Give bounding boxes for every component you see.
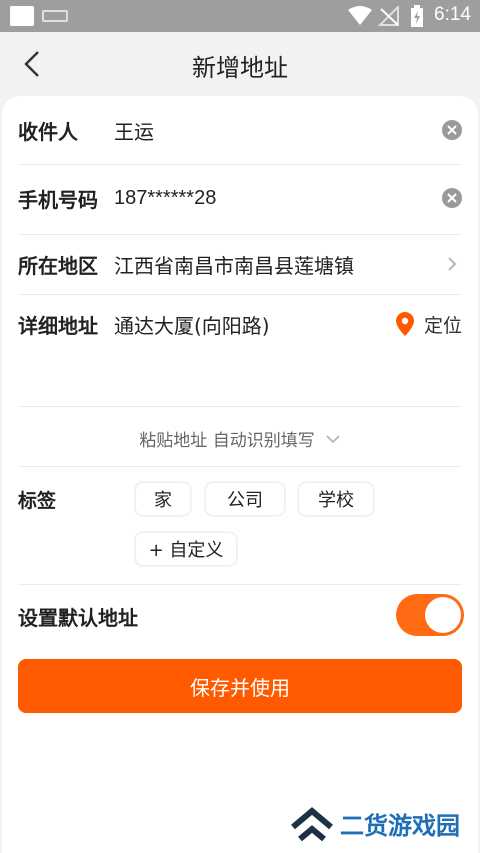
notification-icon xyxy=(10,6,34,26)
title-bar: 新增地址 xyxy=(0,32,480,96)
signal-icon xyxy=(378,6,399,26)
paste-address-button[interactable]: 粘贴地址 自动识别填写 xyxy=(2,426,478,451)
tag-custom-button[interactable]: + 自定义 xyxy=(135,532,237,566)
location-pin-icon xyxy=(395,312,414,336)
phone-row: 手机号码 187******28 xyxy=(18,178,462,218)
recipient-input[interactable]: 王运 xyxy=(114,116,442,145)
address-row: 详细地址 通达大厦(向阳路) 定位 xyxy=(18,304,462,344)
toggle-knob xyxy=(425,597,461,633)
divider xyxy=(18,584,462,585)
locate-label: 定位 xyxy=(423,314,462,337)
address-input[interactable]: 通达大厦(向阳路) xyxy=(114,310,396,339)
close-icon xyxy=(447,125,457,135)
clock: 6:14 xyxy=(434,4,471,25)
divider xyxy=(18,466,462,467)
region-row[interactable]: 所在地区 江西省南昌市南昌县莲塘镇 xyxy=(18,244,462,284)
region-value: 江西省南昌市南昌县莲塘镇 xyxy=(114,253,354,278)
clear-phone-button[interactable] xyxy=(442,188,462,208)
tags-label: 标签 xyxy=(18,490,57,512)
tag-home[interactable]: 家 xyxy=(135,482,191,516)
default-address-toggle[interactable] xyxy=(396,594,464,636)
divider xyxy=(18,406,462,407)
recipient-row: 收件人 王运 xyxy=(18,110,462,150)
address-form-card: 收件人 王运 手机号码 187******28 所在地区 江西省南昌市南昌县莲塘… xyxy=(2,96,478,853)
close-icon xyxy=(447,193,457,203)
divider xyxy=(18,234,462,235)
divider xyxy=(18,164,462,165)
phone-input[interactable]: 187******28 xyxy=(114,187,442,210)
watermark-text: 二货游戏园 xyxy=(340,812,460,840)
page-title: 新增地址 xyxy=(192,54,288,82)
tag-company[interactable]: 公司 xyxy=(205,482,285,516)
save-and-use-button[interactable]: 保存并使用 xyxy=(18,659,462,713)
status-bar: 6:14 xyxy=(0,0,480,32)
phone-label: 手机号码 xyxy=(18,187,98,212)
default-address-label: 设置默认地址 xyxy=(18,606,138,630)
chevron-right-icon xyxy=(442,254,462,274)
recipient-label: 收件人 xyxy=(18,119,78,144)
watermark-logo-icon xyxy=(291,806,333,841)
region-label: 所在地区 xyxy=(18,253,98,278)
chevron-down-icon xyxy=(326,434,340,443)
address-label: 详细地址 xyxy=(18,313,98,338)
divider xyxy=(18,294,462,295)
keyboard-icon xyxy=(42,10,68,22)
paste-address-text: 粘贴地址 自动识别填写 xyxy=(139,431,315,451)
clear-recipient-button[interactable] xyxy=(442,120,462,140)
battery-icon xyxy=(411,5,423,27)
locate-button[interactable]: 定位 xyxy=(395,311,462,338)
tag-school[interactable]: 学校 xyxy=(298,482,374,516)
wifi-icon xyxy=(348,6,372,25)
watermark: 二货游戏园 xyxy=(290,806,460,841)
